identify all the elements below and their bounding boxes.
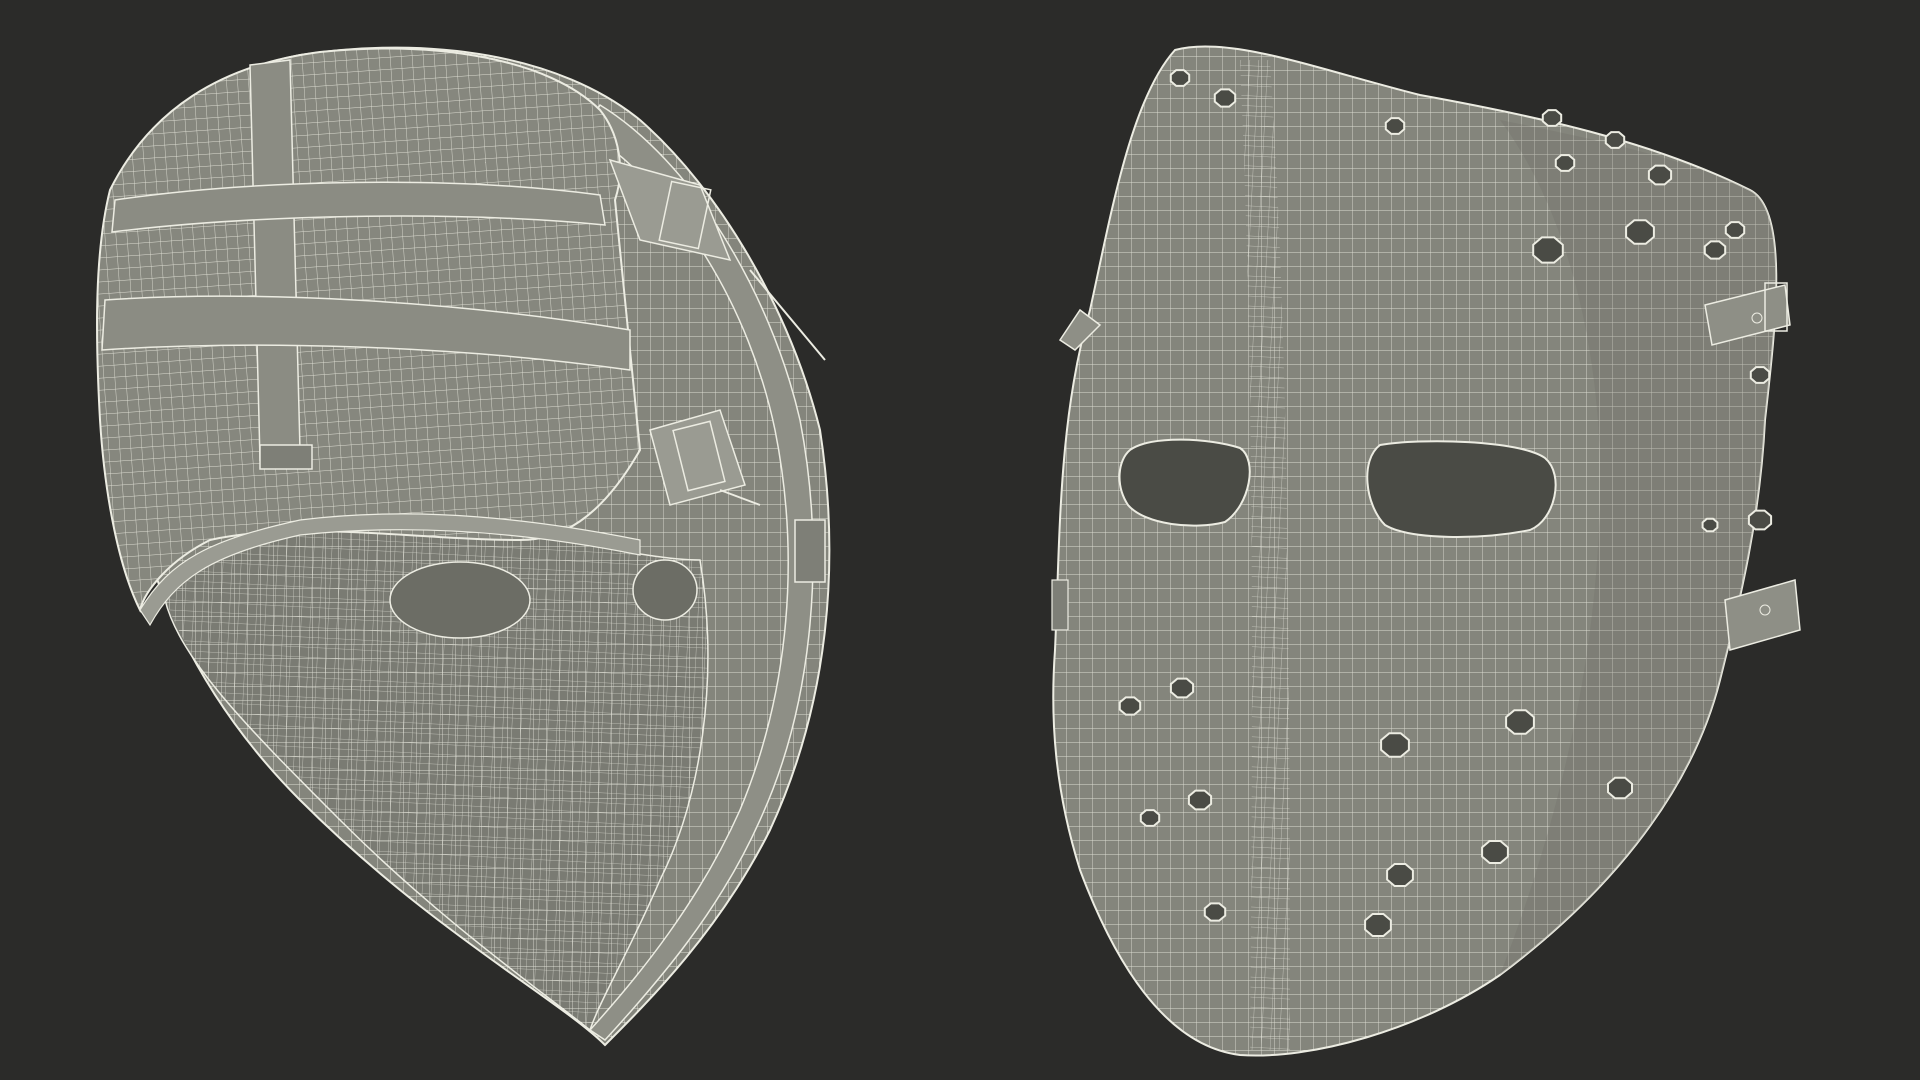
breathing-hole [1213, 88, 1237, 108]
back-eye-opening-left [389, 561, 531, 639]
breathing-hole [1532, 236, 1564, 264]
breathing-hole [1380, 732, 1410, 758]
breathing-hole [1386, 863, 1414, 887]
breathing-hole [1505, 709, 1535, 735]
breathing-hole [1647, 164, 1673, 186]
back-eye-opening-right [632, 559, 698, 621]
breathing-hole [1187, 789, 1213, 811]
breathing-hole [1604, 131, 1626, 149]
breathing-hole [1384, 117, 1406, 135]
breathing-hole [1541, 109, 1563, 127]
strap-tab [259, 444, 313, 470]
wireframe-render [96, 45, 1801, 1057]
breathing-hole [1169, 677, 1195, 699]
breathing-hole [1747, 509, 1773, 531]
breathing-hole [1169, 69, 1191, 87]
breathing-hole [1139, 809, 1161, 827]
strap-clip-left-lower [1051, 579, 1069, 631]
render-viewport [0, 0, 1920, 1080]
breathing-hole [1701, 517, 1719, 533]
breathing-hole [1203, 902, 1227, 922]
breathing-hole [1118, 696, 1142, 716]
front-eye-slot-left [1118, 438, 1251, 527]
back-side-clip [794, 519, 826, 583]
front-eye-slot-right [1366, 440, 1557, 538]
breathing-hole [1554, 154, 1576, 172]
breathing-hole [1364, 913, 1392, 937]
breathing-hole [1481, 840, 1509, 864]
breathing-hole [1625, 219, 1655, 245]
breathing-hole [1607, 776, 1633, 800]
breathing-hole [1749, 366, 1771, 384]
breathing-hole [1724, 221, 1746, 239]
mask-front-view [1051, 45, 1801, 1057]
breathing-hole [1703, 240, 1727, 260]
mask-back-view [96, 46, 831, 1047]
